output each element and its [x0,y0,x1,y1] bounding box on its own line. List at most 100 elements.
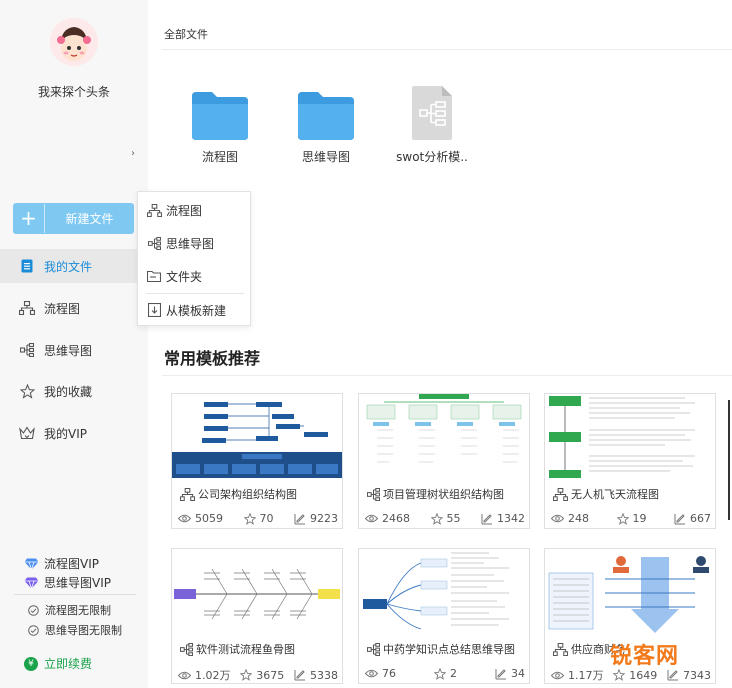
template-stats: 76 2 34 [365,667,525,680]
watermark: 锐客网 [610,644,680,669]
file-item-mindmap-folder[interactable]: 思维导图 [276,84,376,165]
template-card[interactable]: 中药学知识点总结思维导图 76 2 34 [358,548,530,684]
nav-item-mindmap[interactable]: 思维导图 [0,333,148,367]
limit-row-mindmap: 思维导图无限制 [28,622,122,638]
divider [14,594,136,595]
file-name: 流程图 [201,150,238,164]
file-item-swot[interactable]: swot分析模.. [382,84,482,165]
new-file-button[interactable]: + 新建文件 [13,203,134,234]
template-card[interactable]: 无人机飞天流程图 248 19 667 [544,393,716,529]
eye-icon [365,669,378,678]
template-title-text: 公司架构组织结构图 [198,488,297,501]
check-circle-icon [28,624,39,636]
renew-link[interactable]: ¥ 立即续费 [24,655,92,672]
nav-item-favorites[interactable]: 我的收藏 [0,374,148,408]
star-icon [616,512,629,525]
limit-row-flowchart: 流程图无限制 [28,602,111,618]
uses-count: 667 [674,512,711,525]
template-title-text: 软件测试流程鱼骨图 [196,643,295,656]
template-card[interactable]: 软件测试流程鱼骨图 1.02万 3675 5338 [171,548,343,684]
template-title: 中药学知识点总结思维导图 [367,641,515,657]
nav-item-vip[interactable]: 我的VIP [0,416,148,450]
diamond-icon [24,558,39,570]
collapse-arrow-icon[interactable]: › [131,148,135,159]
stars-count[interactable]: 55 [430,512,461,525]
divider [162,375,732,376]
flowchart-vip-row[interactable]: 流程图VIP [24,555,99,572]
username: 我来探个头条 [37,85,110,99]
star-icon [18,382,36,400]
stars-count[interactable]: 3675 [240,667,284,683]
template-stats: 248 19 667 [551,512,711,525]
file-name: swot分析模.. [396,150,468,164]
template-preview [545,549,715,633]
mindmap-icon [18,341,36,359]
vip-label: 流程图VIP [44,557,99,571]
renew-label: 立即续费 [44,657,93,671]
views-count: 248 [551,512,589,525]
mindmap-icon [180,642,193,656]
file-name: 思维导图 [301,150,350,164]
breadcrumb: 全部文件 [164,28,208,41]
mindmap-vip-row[interactable]: 思维导图VIP [24,574,111,591]
nav-label: 我的文件 [44,259,93,274]
edit-icon [674,513,685,524]
views-count: 76 [365,667,396,680]
template-preview [359,394,529,478]
template-title: 项目管理树状组织结构图 [367,486,504,502]
limit-label: 流程图无限制 [45,604,111,617]
plus-icon: + [13,204,45,233]
template-preview [172,394,342,478]
views-count: 2468 [365,512,410,525]
file-item-flowchart-folder[interactable]: 流程图 [170,84,270,165]
template-title-text: 项目管理树状组织结构图 [383,488,504,501]
folder-icon [276,84,376,140]
mindmap-icon [367,487,380,501]
section-title: 常用模板推荐 [164,349,261,368]
folder-icon [170,84,270,140]
flowchart-icon [553,487,568,501]
eye-icon [551,671,564,679]
template-card[interactable]: 公司架构组织结构图 5059 70 9223 [171,393,343,529]
divider [162,49,732,50]
views-count: 5059 [178,512,223,525]
eye-icon [551,514,564,523]
sidebar: 我来探个头条 › + 新建文件 我的文件 流程图 思维导图 我的收藏 我的VIP [0,0,148,688]
eye-icon [178,671,191,679]
nav-item-flowchart[interactable]: 流程图 [0,291,148,325]
stars-count[interactable]: 70 [243,512,274,525]
nav-label: 我的收藏 [44,384,93,399]
views-count: 1.02万 [178,667,231,683]
flowchart-icon [553,642,568,656]
edit-icon [294,670,305,681]
stars-count[interactable]: 2 [434,667,457,680]
nav-label: 思维导图 [44,343,93,358]
scrollbar[interactable] [728,400,730,520]
template-stats: 2468 55 1342 [365,512,525,525]
new-file-label: 新建文件 [65,212,114,226]
nav-label: 我的VIP [44,426,87,441]
avatar[interactable] [50,18,98,66]
diamond-icon [24,577,39,589]
stars-count[interactable]: 19 [616,512,647,525]
crown-icon [18,424,36,442]
eye-icon [178,514,191,523]
main-content: 全部文件 流程图 思维导图 swot分析模.. 常用模板推荐 公司架构组织结构图… [148,0,732,688]
eye-icon [365,514,378,523]
star-icon [434,667,446,680]
yen-icon: ¥ [24,656,38,671]
flowchart-icon [18,299,36,317]
limit-label: 思维导图无限制 [45,624,122,637]
edit-icon [667,670,678,681]
template-card[interactable]: 项目管理树状组织结构图 2468 55 1342 [358,393,530,529]
nav-item-my-files[interactable]: 我的文件 [0,249,148,283]
star-icon [613,669,626,681]
uses-count: 1342 [481,512,525,525]
template-title-text: 无人机飞天流程图 [571,488,659,501]
template-title: 无人机飞天流程图 [553,486,659,502]
edit-icon [481,513,492,524]
uses-count: 9223 [294,512,338,525]
mindmap-file-icon [382,84,482,140]
star-icon [240,669,253,681]
uses-count: 5338 [294,667,338,683]
